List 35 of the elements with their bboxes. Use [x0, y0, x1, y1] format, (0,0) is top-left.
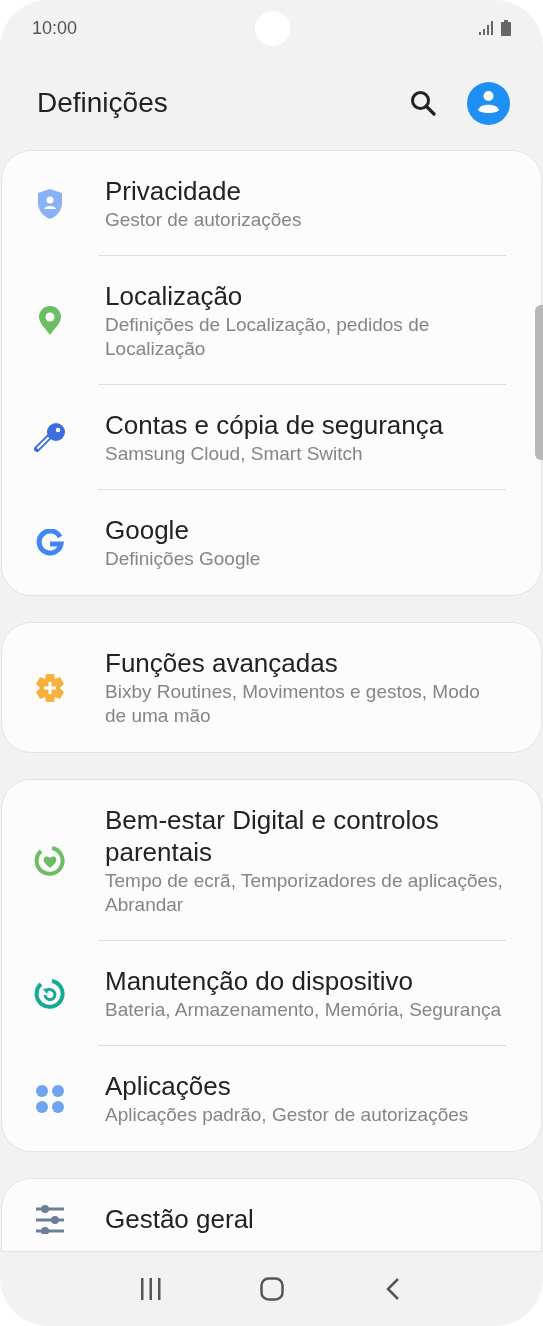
setting-subtitle: Gestor de autorizações	[105, 208, 303, 232]
setting-title[interactable]: Google	[105, 514, 505, 546]
setting-subtitle: Tempo de ecrã, Temporizadores de aplicações, Abrandar	[105, 869, 504, 917]
setting-subtitle: Definições de Localização, pedidos de Localização	[105, 313, 431, 361]
setting-title[interactable]: Manutenção do dispositivo	[105, 965, 505, 997]
sliders-icon	[35, 1204, 65, 1234]
status-time: 10:00	[32, 17, 78, 39]
setting-title[interactable]: Funções avançadas	[105, 647, 505, 679]
setting-title[interactable]: Gestão geral	[105, 1203, 505, 1235]
setting-title[interactable]: Aplicações	[105, 1070, 505, 1102]
g-letter-icon	[36, 528, 64, 557]
setting-subtitle: Bixby Routines, Movimentos e gestos, Modo de uma mão	[105, 680, 481, 728]
gear-plus-icon	[34, 671, 66, 704]
location-pin-icon	[38, 305, 62, 336]
page-title: Definições	[37, 87, 169, 119]
key-icon	[34, 421, 66, 454]
signal-icon	[479, 21, 493, 35]
setting-subtitle: Aplicações padrão, Gestor de autorizações	[105, 1103, 470, 1127]
setting-subtitle: Definições Google	[105, 547, 262, 571]
refresh-ring-icon	[34, 977, 66, 1010]
shield-icon	[37, 187, 63, 220]
setting-title[interactable]: Localização	[105, 280, 505, 312]
battery-icon	[501, 20, 511, 36]
setting-title[interactable]: Contas e cópia de segurança	[105, 409, 505, 441]
recent-apps-button[interactable]	[139, 1278, 162, 1300]
back-button[interactable]	[385, 1277, 400, 1301]
search-icon[interactable]	[410, 90, 436, 116]
apps-grid-icon	[35, 1083, 65, 1114]
profile-avatar-icon[interactable]	[467, 81, 510, 125]
setting-title[interactable]: Privacidade	[105, 175, 505, 207]
home-button[interactable]	[259, 1277, 284, 1301]
setting-subtitle: Samsung Cloud, Smart Switch	[105, 442, 364, 466]
setting-subtitle: Bateria, Armazenamento, Memória, Segurança	[105, 998, 503, 1022]
heart-ring-icon	[34, 844, 66, 877]
setting-title[interactable]: Bem-estar Digital e controlos parentais	[105, 804, 505, 868]
